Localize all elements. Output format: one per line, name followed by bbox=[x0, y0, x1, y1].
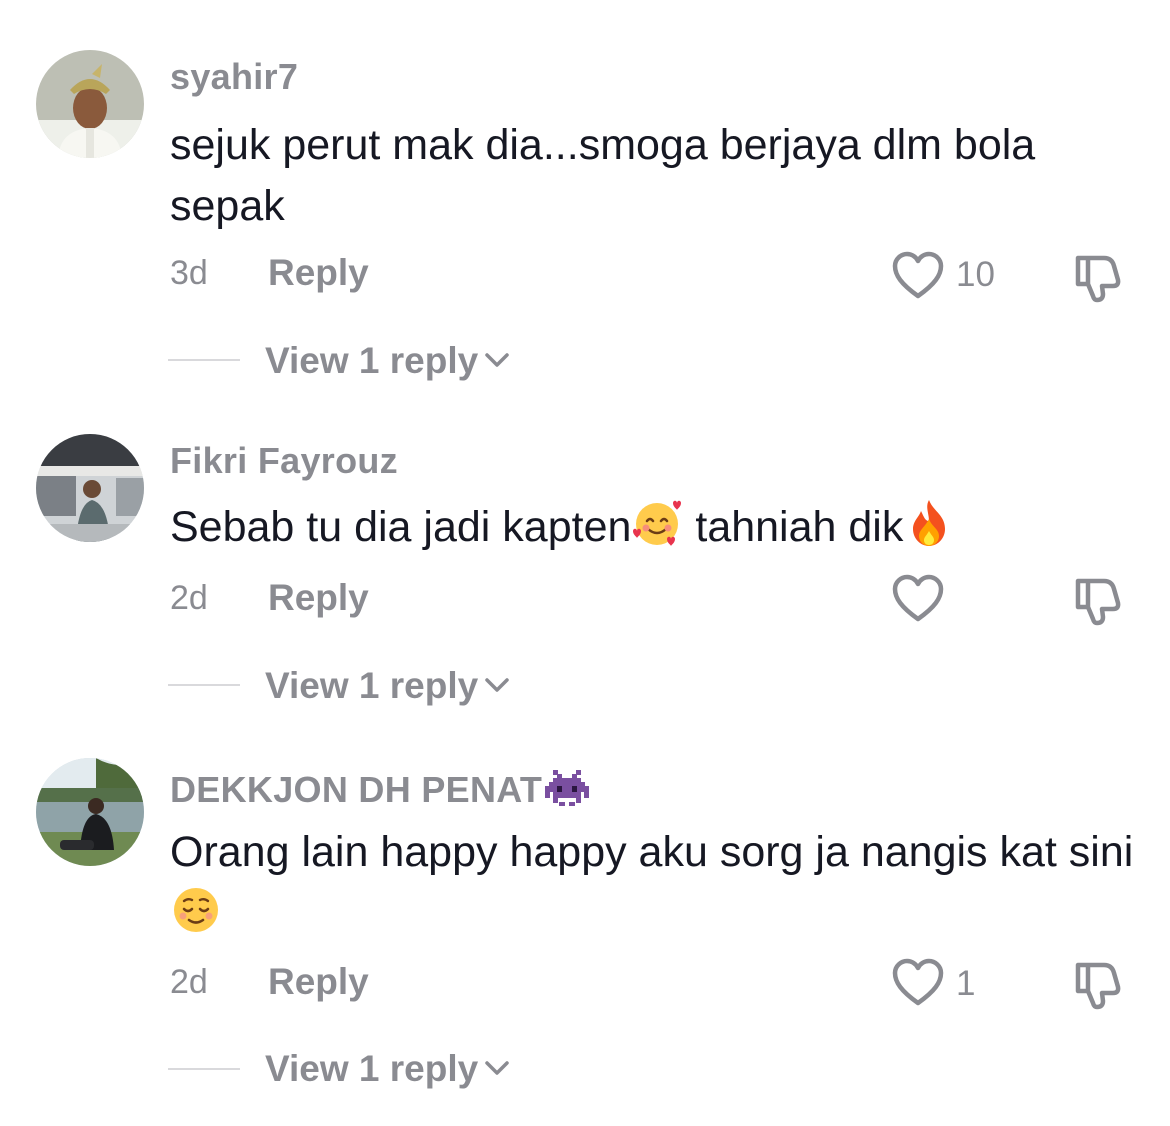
thumbs-down-icon[interactable] bbox=[1070, 250, 1124, 304]
heart-outline-icon[interactable] bbox=[891, 958, 945, 1008]
reply-button[interactable]: Reply bbox=[268, 252, 369, 294]
comment-text-part: tahniah dik bbox=[683, 503, 904, 551]
username-text: DEKKJON DH PENAT bbox=[170, 769, 543, 810]
view-replies-button[interactable]: View 1 reply bbox=[265, 665, 510, 707]
alien-monster-emoji bbox=[544, 764, 590, 810]
thumbs-down-icon[interactable] bbox=[1070, 573, 1124, 627]
comment-timestamp: 2d bbox=[170, 963, 208, 1001]
view-replies-button[interactable]: View 1 reply bbox=[265, 340, 510, 382]
replies-divider bbox=[168, 359, 240, 361]
avatar[interactable] bbox=[36, 758, 144, 866]
relieved-face-emoji bbox=[170, 883, 222, 935]
comment-text-part: Sebab tu dia jadi kapten bbox=[170, 503, 632, 551]
username[interactable]: Fikri Fayrouz bbox=[170, 440, 398, 482]
reply-button[interactable]: Reply bbox=[268, 577, 369, 619]
smiling-face-with-hearts-emoji bbox=[631, 497, 683, 549]
comment-text: sejuk perut mak dia...smoga berjaya dlm … bbox=[170, 121, 1036, 230]
comment-text: Sebab tu dia jadi kapten tahniah dik bbox=[170, 497, 1140, 558]
comment-text: Orang lain happy happy aku sorg ja nangi… bbox=[170, 822, 1140, 944]
view-replies-label: View 1 reply bbox=[265, 1048, 479, 1089]
heart-outline-icon[interactable] bbox=[891, 251, 945, 301]
comment-text-part: Orang lain happy happy aku sorg ja nangi… bbox=[170, 828, 1134, 876]
fire-emoji bbox=[903, 497, 955, 549]
comment-timestamp: 2d bbox=[170, 579, 208, 617]
chevron-down-icon bbox=[484, 676, 510, 694]
reply-button[interactable]: Reply bbox=[268, 961, 369, 1003]
avatar[interactable] bbox=[36, 434, 144, 542]
chevron-down-icon bbox=[484, 351, 510, 369]
thumbs-down-icon[interactable] bbox=[1070, 957, 1124, 1011]
comment-timestamp: 3d bbox=[170, 254, 208, 292]
username[interactable]: DEKKJON DH PENAT bbox=[170, 764, 590, 811]
view-replies-button[interactable]: View 1 reply bbox=[265, 1048, 510, 1090]
view-replies-label: View 1 reply bbox=[265, 340, 479, 381]
avatar[interactable] bbox=[36, 50, 144, 158]
replies-divider bbox=[168, 1068, 240, 1070]
username[interactable]: syahir7 bbox=[170, 56, 298, 98]
like-count: 1 bbox=[956, 964, 976, 1003]
heart-outline-icon[interactable] bbox=[891, 574, 945, 624]
chevron-down-icon bbox=[484, 1059, 510, 1077]
view-replies-label: View 1 reply bbox=[265, 665, 479, 706]
like-count: 10 bbox=[956, 255, 995, 294]
replies-divider bbox=[168, 684, 240, 686]
